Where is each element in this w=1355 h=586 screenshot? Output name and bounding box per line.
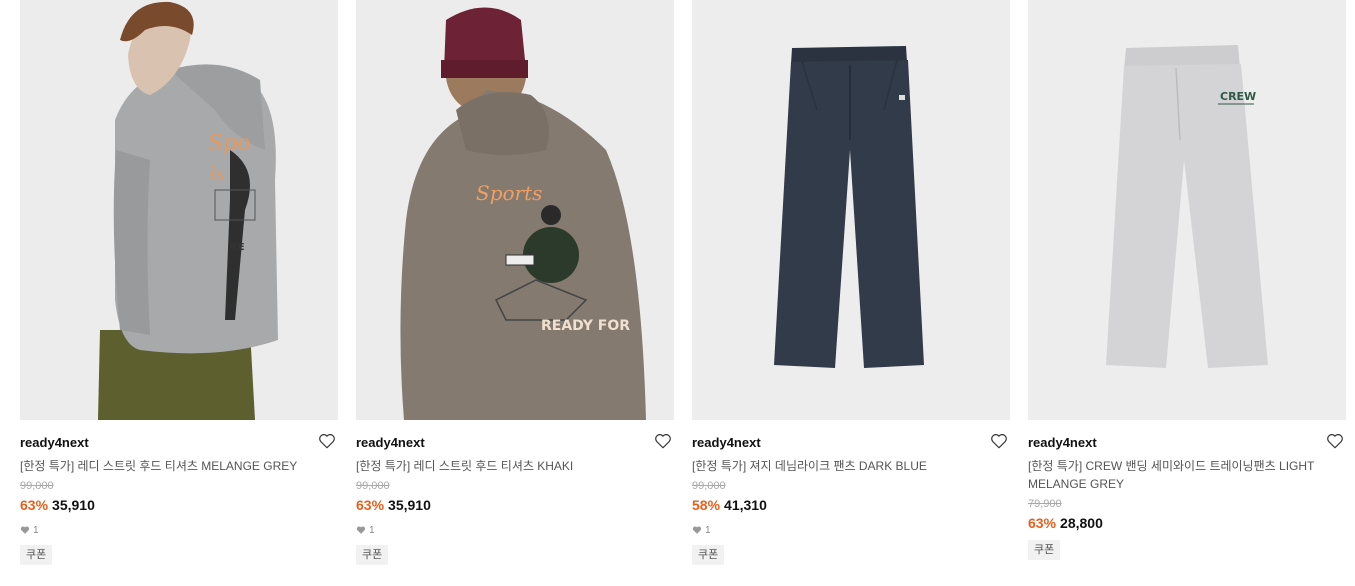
- like-count-value: 1: [33, 524, 39, 536]
- coupon-badge: 쿠폰: [692, 545, 725, 565]
- svg-text:ls: ls: [210, 164, 225, 185]
- price-row: 58% 41,310: [692, 496, 1010, 514]
- sale-price: 35,910: [388, 497, 431, 513]
- original-price: 99,000: [20, 480, 54, 492]
- brand-name[interactable]: ready4next: [20, 435, 338, 451]
- svg-text:READY FOR: READY FOR: [541, 318, 630, 334]
- discount-rate: 63%: [356, 497, 385, 513]
- price-row: 63% 35,910: [356, 496, 674, 514]
- original-price: 99,000: [356, 480, 390, 492]
- coupon-badge: 쿠폰: [356, 545, 389, 565]
- heart-filled-icon: [356, 526, 366, 534]
- heart-filled-icon: [692, 526, 702, 534]
- price-row: 63% 28,800: [1028, 514, 1346, 532]
- product-info: ready4next [한정 특가] CREW 밴딩 세미와이드 트레이닝팬츠 …: [1028, 420, 1346, 560]
- wishlist-heart-icon[interactable]: [318, 432, 338, 452]
- like-count-value: 1: [369, 524, 375, 536]
- discount-rate: 63%: [20, 497, 49, 513]
- product-info: ready4next [한정 특가] 레디 스트릿 후드 티셔츠 KHAKI 9…: [356, 420, 674, 565]
- sale-price: 28,800: [1060, 515, 1103, 531]
- wishlist-heart-icon[interactable]: [1326, 432, 1346, 452]
- product-card[interactable]: Sports READY FOR ready4next [한정 특가] 레디 스…: [356, 0, 674, 565]
- brand-name[interactable]: ready4next: [692, 435, 1010, 451]
- product-image[interactable]: CREW: [1028, 0, 1346, 420]
- product-card[interactable]: CREW ready4next [한정 특가] CREW 밴딩 세미와이드 트레…: [1028, 0, 1346, 565]
- like-count: 1: [692, 523, 1010, 537]
- sale-price: 41,310: [724, 497, 767, 513]
- like-count: 1: [20, 523, 338, 537]
- coupon-badge: 쿠폰: [1028, 540, 1061, 560]
- product-name[interactable]: [한정 특가] 져지 데님라이크 팬츠 DARK BLUE: [692, 457, 1010, 475]
- wishlist-heart-icon[interactable]: [654, 432, 674, 452]
- discount-rate: 58%: [692, 497, 721, 513]
- brand-name[interactable]: ready4next: [356, 435, 674, 451]
- svg-text:Spo: Spo: [208, 131, 250, 156]
- original-price: 79,900: [1028, 498, 1062, 510]
- product-grid: Spo ls RE ready4next [한정 특가] 레디 스트릿 후드 티…: [20, 0, 1346, 565]
- product-info: ready4next [한정 특가] 레디 스트릿 후드 티셔츠 MELANGE…: [20, 420, 338, 565]
- original-price: 99,000: [692, 480, 726, 492]
- product-name[interactable]: [한정 특가] 레디 스트릿 후드 티셔츠 MELANGE GREY: [20, 457, 338, 475]
- product-image[interactable]: Sports READY FOR: [356, 0, 674, 420]
- product-card[interactable]: ready4next [한정 특가] 져지 데님라이크 팬츠 DARK BLUE…: [692, 0, 1010, 565]
- like-count-value: 1: [705, 524, 711, 536]
- product-card[interactable]: Spo ls RE ready4next [한정 특가] 레디 스트릿 후드 티…: [20, 0, 338, 565]
- hoodie-model-illustration: Spo ls RE: [20, 0, 338, 420]
- discount-rate: 63%: [1028, 515, 1057, 531]
- product-image[interactable]: Spo ls RE: [20, 0, 338, 420]
- product-name[interactable]: [한정 특가] 레디 스트릿 후드 티셔츠 KHAKI: [356, 457, 674, 475]
- svg-text:CREW: CREW: [1220, 90, 1256, 103]
- product-name[interactable]: [한정 특가] CREW 밴딩 세미와이드 트레이닝팬츠 LIGHT MELAN…: [1028, 457, 1346, 493]
- heart-filled-icon: [20, 526, 30, 534]
- svg-text:RE: RE: [230, 242, 245, 253]
- coupon-badge: 쿠폰: [20, 545, 53, 565]
- dark-pants-illustration: [692, 0, 1010, 420]
- hoodie-back-illustration: Sports READY FOR: [356, 0, 674, 420]
- grey-pants-illustration: CREW: [1028, 0, 1346, 420]
- wishlist-heart-icon[interactable]: [990, 432, 1010, 452]
- svg-text:Sports: Sports: [476, 181, 542, 205]
- like-count: 1: [356, 523, 674, 537]
- price-row: 63% 35,910: [20, 496, 338, 514]
- brand-name[interactable]: ready4next: [1028, 435, 1346, 451]
- product-info: ready4next [한정 특가] 져지 데님라이크 팬츠 DARK BLUE…: [692, 420, 1010, 565]
- product-image[interactable]: [692, 0, 1010, 420]
- sale-price: 35,910: [52, 497, 95, 513]
